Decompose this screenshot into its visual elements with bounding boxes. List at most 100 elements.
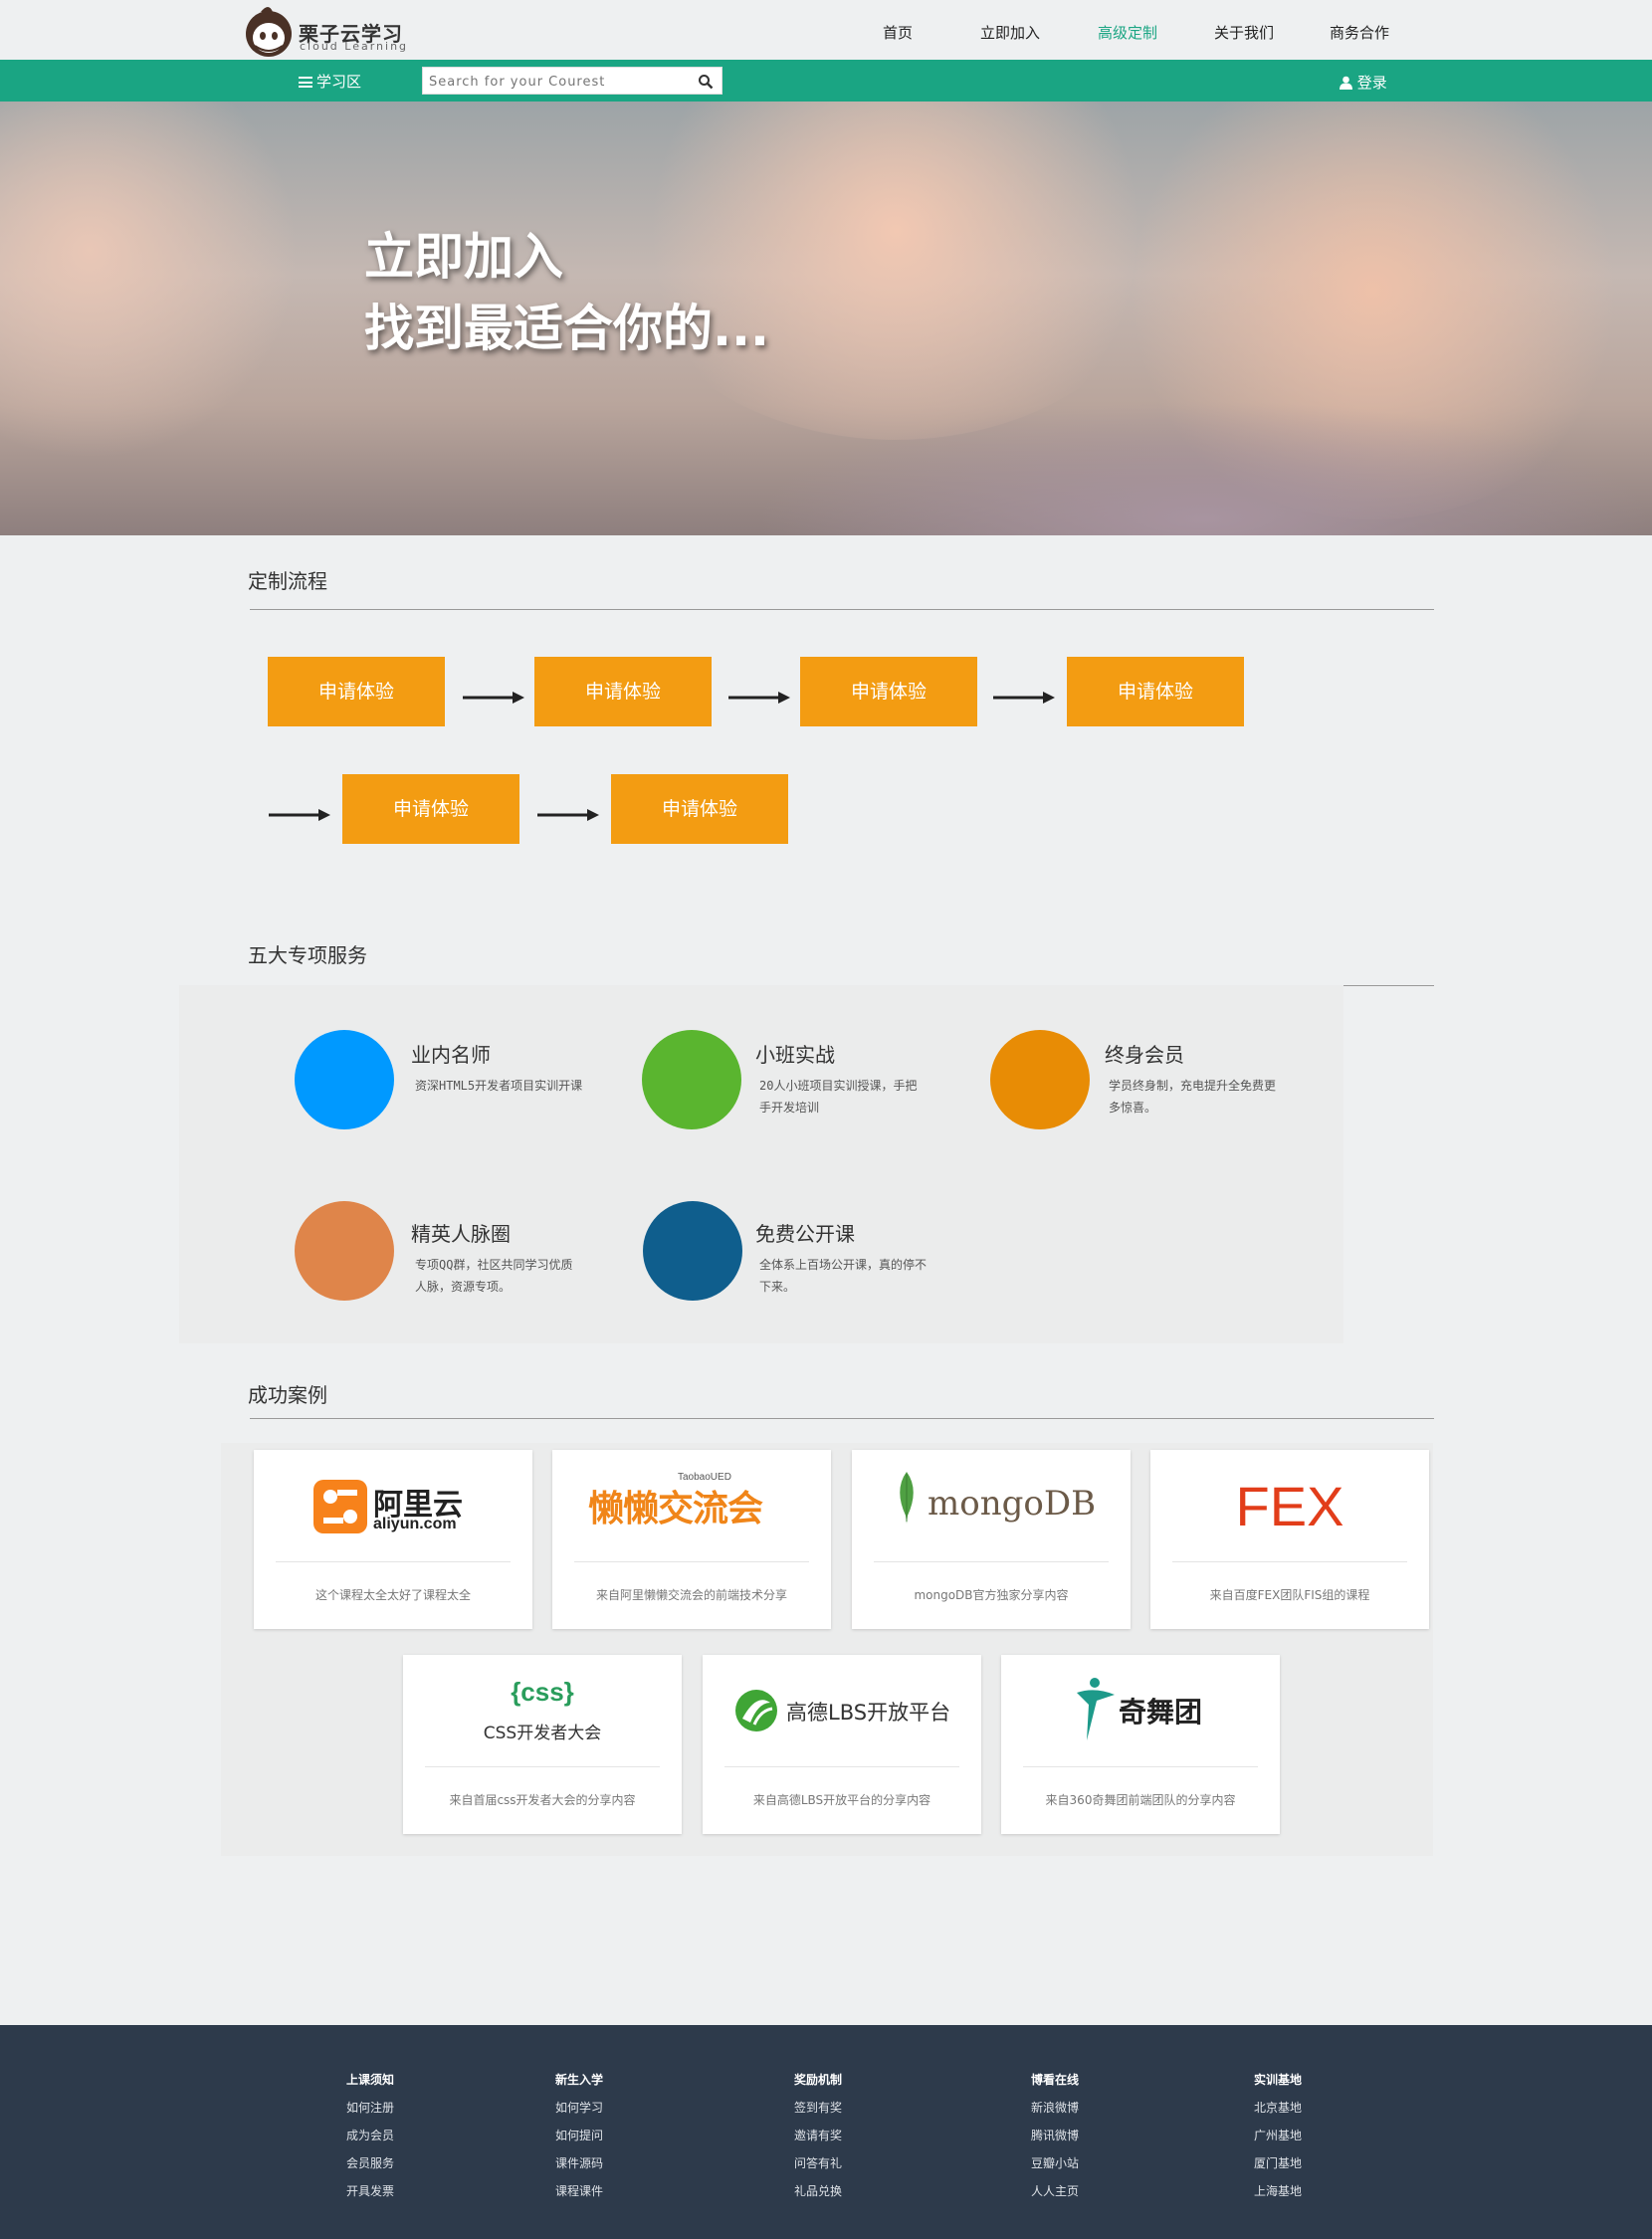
footer-link[interactable]: 腾讯微博 bbox=[1031, 2127, 1079, 2143]
footer-heading: 新生入学 bbox=[555, 2073, 604, 2087]
nav-custom[interactable]: 高级定制 bbox=[1078, 22, 1177, 43]
service-desc-2: 20人小班项目实训授课，手把手开发培训 bbox=[759, 1079, 918, 1115]
fex-logo: FEX bbox=[1150, 1450, 1429, 1559]
process-step-6[interactable]: 申请体验 bbox=[611, 774, 788, 844]
footer-link[interactable]: 课件源码 bbox=[555, 2154, 603, 2171]
case-card-aliyun[interactable]: 阿里云 aliyun.com 这个课程太全太好了课程太全 bbox=[254, 1450, 532, 1629]
footer-link[interactable]: 问答有礼 bbox=[794, 2154, 842, 2171]
footer-link[interactable]: 课程课件 bbox=[555, 2182, 603, 2199]
footer-column-1: 上课须知 如何注册 成为会员 会员服务 开具发票 bbox=[346, 2071, 394, 2210]
study-area-menu-button[interactable]: 学习区 bbox=[299, 71, 361, 92]
process-divider bbox=[250, 609, 1434, 610]
qiwutuan-logo-text: 奇舞团 bbox=[1119, 1696, 1203, 1729]
case-card-lanlan[interactable]: 懒懒交流会 TaobaoUED 来自阿里懒懒交流会的前端技术分享 bbox=[552, 1450, 831, 1629]
service-desc-4: 专项QQ群，社区共同学习优质人脉，资源专项。 bbox=[415, 1258, 573, 1294]
card-divider bbox=[276, 1561, 511, 1562]
footer-link[interactable]: 广州基地 bbox=[1254, 2127, 1302, 2143]
process-step-4[interactable]: 申请体验 bbox=[1067, 657, 1244, 726]
service-desc-5: 全体系上百场公开课，真的停不下来。 bbox=[759, 1258, 928, 1294]
css-logo-text: {css} bbox=[511, 1677, 574, 1707]
nav-join[interactable]: 立即加入 bbox=[960, 22, 1060, 43]
brand-logo[interactable]: 栗子云学习 cloud Learning bbox=[243, 4, 422, 58]
footer-link[interactable]: 如何注册 bbox=[346, 2099, 394, 2116]
nav-about[interactable]: 关于我们 bbox=[1194, 22, 1294, 43]
service-circle-1 bbox=[295, 1030, 394, 1129]
service-circle-4 bbox=[295, 1201, 394, 1301]
footer-link[interactable]: 成为会员 bbox=[346, 2127, 394, 2143]
mongodb-logo-text: mongoDB bbox=[928, 1484, 1097, 1524]
case-card-amap[interactable]: 高德LBS开放平台 来自高德LBS开放平台的分享内容 bbox=[703, 1655, 981, 1834]
footer-heading: 实训基地 bbox=[1254, 2073, 1303, 2087]
process-step-3[interactable]: 申请体验 bbox=[800, 657, 977, 726]
process-step-2[interactable]: 申请体验 bbox=[534, 657, 712, 726]
lanlan-logo: 懒懒交流会 TaobaoUED bbox=[552, 1450, 831, 1559]
nav-home[interactable]: 首页 bbox=[848, 22, 947, 43]
service-circle-2 bbox=[642, 1030, 741, 1129]
card-divider bbox=[425, 1766, 660, 1767]
hero-hand-left bbox=[0, 102, 299, 460]
case-desc: 这个课程太全太好了课程太全 bbox=[314, 1588, 471, 1602]
footer-link[interactable]: 礼品兑换 bbox=[794, 2182, 842, 2199]
aliyun-mark-icon bbox=[313, 1480, 367, 1533]
process-step-1[interactable]: 申请体验 bbox=[268, 657, 445, 726]
footer-link[interactable]: 上海基地 bbox=[1254, 2182, 1302, 2199]
arrow-right-icon bbox=[993, 692, 1055, 704]
hero-hand-right bbox=[617, 102, 1174, 440]
arrow-right-icon bbox=[269, 809, 330, 821]
case-desc: 来自百度FEX团队FIS组的课程 bbox=[1209, 1588, 1370, 1602]
search-input[interactable] bbox=[429, 72, 688, 92]
card-divider bbox=[724, 1766, 959, 1767]
hero-banner: 立即加入 找到最适合你的... bbox=[0, 102, 1652, 535]
case-desc: 来自360奇舞团前端团队的分享内容 bbox=[1045, 1793, 1236, 1807]
footer: 上课须知 如何注册 成为会员 会员服务 开具发票 新生入学 如何学习 如何提问 … bbox=[0, 2025, 1652, 2239]
card-divider bbox=[1023, 1766, 1258, 1767]
amap-mark-icon bbox=[735, 1690, 777, 1731]
footer-link[interactable]: 会员服务 bbox=[346, 2154, 394, 2171]
service-title-3: 终身会员 bbox=[1105, 1043, 1184, 1067]
footer-link[interactable]: 新浪微博 bbox=[1031, 2099, 1079, 2116]
mongodb-leaf-icon bbox=[900, 1472, 914, 1524]
footer-column-4: 博看在线 新浪微博 腾讯微博 豆瓣小站 人人主页 bbox=[1031, 2071, 1079, 2210]
case-card-css[interactable]: {css} CSS开发者大会 来自首届css开发者大会的分享内容 bbox=[403, 1655, 682, 1834]
case-desc: 来自首届css开发者大会的分享内容 bbox=[449, 1793, 636, 1807]
service-title-5: 免费公开课 bbox=[755, 1222, 855, 1246]
footer-link[interactable]: 厦门基地 bbox=[1254, 2154, 1302, 2171]
service-desc-1: 资深HTML5开发者项目实训开课 bbox=[415, 1079, 583, 1093]
lanlan-logo-text: 懒懒交流会 bbox=[588, 1489, 763, 1529]
footer-link[interactable]: 如何提问 bbox=[555, 2127, 603, 2143]
monkey-logo-icon bbox=[246, 7, 292, 57]
footer-link[interactable]: 签到有奖 bbox=[794, 2099, 842, 2116]
fex-logo-text: FEX bbox=[1235, 1475, 1344, 1537]
card-divider bbox=[1172, 1561, 1407, 1562]
service-desc-3: 学员终身制，充电提升全免费更多惊喜。 bbox=[1109, 1079, 1277, 1115]
footer-link[interactable]: 人人主页 bbox=[1031, 2182, 1079, 2199]
toolbar: 学习区 登录 bbox=[0, 60, 1652, 102]
search-icon[interactable] bbox=[698, 74, 714, 90]
nav-business[interactable]: 商务合作 bbox=[1310, 22, 1409, 43]
arrow-right-icon bbox=[728, 692, 790, 704]
case-card-mongodb[interactable]: mongoDB mongoDB官方独家分享内容 bbox=[852, 1450, 1131, 1629]
login-button[interactable]: 登录 bbox=[1340, 72, 1387, 93]
footer-heading: 奖励机制 bbox=[794, 2073, 843, 2087]
lanlan-logo-sub: TaobaoUED bbox=[678, 1472, 731, 1483]
process-step-5[interactable]: 申请体验 bbox=[342, 774, 519, 844]
footer-link[interactable]: 开具发票 bbox=[346, 2182, 394, 2199]
qiwutuan-dancer-icon bbox=[1077, 1678, 1115, 1740]
case-card-fex[interactable]: FEX 来自百度FEX团队FIS组的课程 bbox=[1150, 1450, 1429, 1629]
footer-link[interactable]: 如何学习 bbox=[555, 2099, 603, 2116]
css-logo: {css} CSS开发者大会 bbox=[403, 1655, 682, 1764]
case-card-qiwutuan[interactable]: 奇舞团 来自360奇舞团前端团队的分享内容 bbox=[1001, 1655, 1280, 1834]
search-box bbox=[422, 67, 723, 95]
aliyun-logo: 阿里云 aliyun.com bbox=[254, 1450, 532, 1559]
process-title: 定制流程 bbox=[248, 569, 327, 593]
footer-link[interactable]: 豆瓣小站 bbox=[1031, 2154, 1079, 2171]
cases-title: 成功案例 bbox=[248, 1383, 327, 1407]
arrow-right-icon bbox=[537, 809, 599, 821]
footer-link[interactable]: 邀请有奖 bbox=[794, 2127, 842, 2143]
case-desc: 来自高德LBS开放平台的分享内容 bbox=[752, 1793, 931, 1807]
footer-column-5: 实训基地 北京基地 广州基地 厦门基地 上海基地 bbox=[1254, 2071, 1302, 2210]
footer-link[interactable]: 北京基地 bbox=[1254, 2099, 1302, 2116]
service-circle-3 bbox=[990, 1030, 1090, 1129]
amap-logo-text: 高德LBS开放平台 bbox=[786, 1701, 951, 1725]
service-title-4: 精英人脉圈 bbox=[411, 1222, 511, 1246]
